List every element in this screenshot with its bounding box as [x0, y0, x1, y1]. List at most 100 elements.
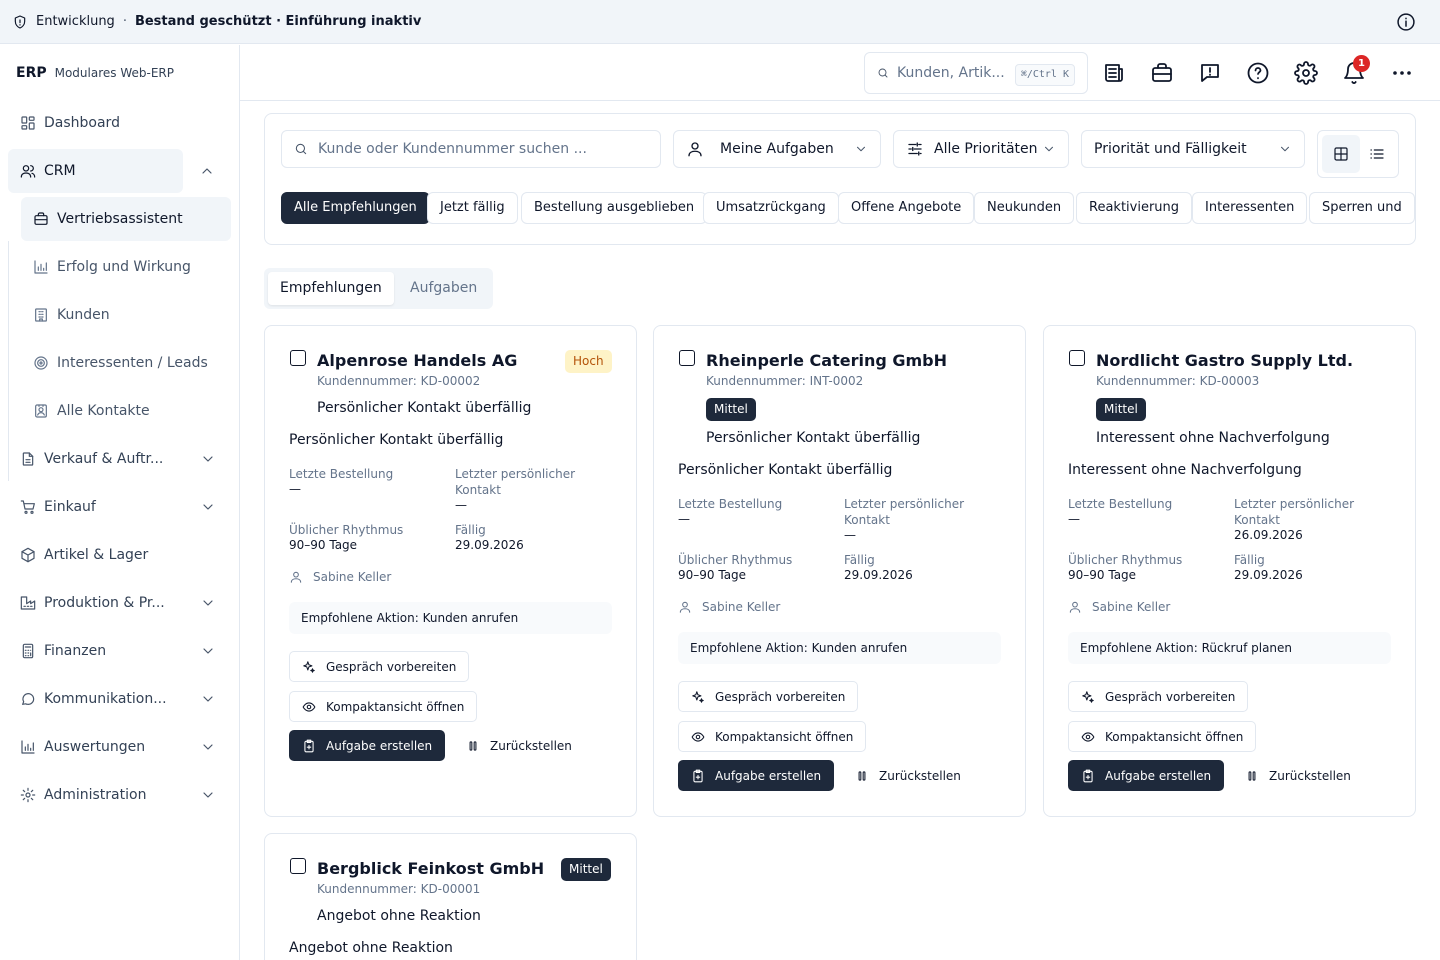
chevron-down-icon[interactable] [200, 691, 216, 707]
recommendation-card: Alpenrose Handels AG Kundennummer: KD-00… [264, 325, 637, 817]
chip-jetzt-faellig[interactable]: Jetzt fällig [427, 192, 518, 224]
customer-number: Kundennummer: KD-00001 [317, 882, 481, 896]
last-contact-label: Letzter persönlicher Kontakt [455, 467, 576, 497]
list-icon [1370, 149, 1384, 159]
chevron-down-icon[interactable] [200, 499, 216, 515]
customer-name[interactable]: Nordlicht Gastro Supply Ltd. [1096, 351, 1353, 370]
chevron-down-icon[interactable] [200, 451, 216, 467]
help-icon[interactable] [1246, 61, 1270, 85]
select-checkbox[interactable] [290, 858, 306, 874]
global-search-placeholder: Kunden, Artik... [897, 65, 1005, 81]
customer-search-input[interactable]: Kunde oder Kundennummer suchen ... [281, 130, 661, 168]
rhythm-label: Üblicher Rhythmus [678, 553, 793, 567]
sort-value: Priorität und Fälligkeit [1094, 141, 1247, 157]
owner: Sabine Keller [678, 600, 780, 614]
sidebar-item-einkauf[interactable]: Einkauf [8, 485, 232, 529]
list-view-button[interactable] [1358, 135, 1396, 173]
target-icon [34, 356, 48, 370]
grid-view-button[interactable] [1322, 135, 1360, 173]
chip-umsatzrueckgang[interactable]: Umsatzrückgang [703, 192, 839, 224]
chip-sperren[interactable]: Sperren und [1309, 192, 1415, 224]
recommendation-reason: Angebot ohne Reaktion [289, 940, 453, 956]
prepare-conversation-button[interactable]: Gespräch vorbereiten [1068, 681, 1249, 712]
create-task-button[interactable]: Aufgabe erstellen [1068, 760, 1225, 791]
chip-alle-empfehlungen[interactable]: Alle Empfehlungen [281, 192, 430, 224]
info-icon[interactable] [1396, 12, 1416, 32]
sidebar-item-interessenten-leads[interactable]: Interessenten / Leads [21, 341, 231, 385]
open-compact-view-button[interactable]: Kompaktansicht öffnen [678, 721, 867, 752]
settings-icon[interactable] [1294, 61, 1318, 85]
owner-name: Sabine Keller [702, 600, 781, 614]
customer-name[interactable]: Alpenrose Handels AG [317, 351, 517, 370]
calculator-icon [22, 643, 34, 659]
view-tabs: Empfehlungen Aufgaben [264, 268, 493, 309]
sort-select[interactable]: Priorität und Fälligkeit [1081, 130, 1305, 168]
environment-label: Entwicklung [36, 14, 115, 29]
chevron-up-icon[interactable] [199, 163, 215, 179]
postpone-button[interactable]: Zurückstellen [842, 760, 974, 791]
sidebar-item-label: Kommunikation... [44, 691, 167, 707]
sidebar-item-alle-kontakte[interactable]: Alle Kontakte [21, 389, 231, 433]
chevron-down-icon[interactable] [200, 787, 216, 803]
chevron-down-icon[interactable] [200, 595, 216, 611]
owner-name: Sabine Keller [1092, 600, 1171, 614]
last-order-label: Letzte Bestellung [1068, 497, 1173, 511]
sidebar-item-finanzen[interactable]: Finanzen [8, 629, 232, 673]
sidebar-item-crm[interactable]: CRM [8, 149, 212, 193]
more-options-icon[interactable] [1390, 61, 1414, 85]
sidebar-item-auswertungen[interactable]: Auswertungen [8, 725, 232, 769]
create-task-button[interactable]: Aufgabe erstellen [289, 730, 446, 761]
postpone-button[interactable]: Zurückstellen [1232, 760, 1364, 791]
sidebar-item-erfolg-und-wirkung[interactable]: Erfolg und Wirkung [21, 245, 231, 289]
customer-name[interactable]: Bergblick Feinkost GmbH [317, 859, 544, 878]
sidebar-item-label: Einkauf [44, 499, 96, 515]
briefcase-icon[interactable] [1150, 61, 1174, 85]
priority-select[interactable]: Alle Prioritäten [893, 130, 1069, 168]
sidebar-item-kommunikation[interactable]: Kommunikation... [8, 677, 232, 721]
chip-offene-angebote[interactable]: Offene Angebote [838, 192, 975, 224]
select-checkbox[interactable] [679, 350, 695, 366]
clipboard-plus-icon [1083, 769, 1093, 782]
sidebar-item-dashboard[interactable]: Dashboard [8, 101, 232, 145]
chip-reaktivierung[interactable]: Reaktivierung [1076, 192, 1193, 224]
brand[interactable]: ERP Modulares Web-ERP [16, 65, 174, 81]
sidebar-item-vertriebsassistent[interactable]: Vertriebsassistent [21, 197, 231, 241]
open-compact-view-button[interactable]: Kompaktansicht öffnen [1068, 721, 1257, 752]
due-label: Fällig [455, 523, 486, 537]
chevron-down-icon [856, 146, 866, 152]
prepare-conversation-button[interactable]: Gespräch vorbereiten [289, 651, 470, 682]
sidebar-item-label: Vertriebsassistent [57, 211, 183, 227]
sidebar-item-produktion[interactable]: Produktion & Pr... [8, 581, 232, 625]
chevron-down-icon[interactable] [200, 643, 216, 659]
recommended-action: Empfohlene Aktion: Kunden anrufen [678, 632, 1001, 664]
sidebar-item-label: Artikel & Lager [44, 547, 149, 563]
chip-neukunden[interactable]: Neukunden [974, 192, 1075, 224]
feedback-icon[interactable] [1198, 61, 1222, 85]
sidebar-item-administration[interactable]: Administration [8, 773, 232, 817]
sidebar-item-kunden[interactable]: Kunden [21, 293, 231, 337]
prepare-conversation-button[interactable]: Gespräch vorbereiten [678, 681, 859, 712]
postpone-button[interactable]: Zurückstellen [453, 730, 585, 761]
newspaper-icon[interactable] [1102, 61, 1126, 85]
customer-name[interactable]: Rheinperle Catering GmbH [706, 351, 947, 370]
sidebar: ERP Modulares Web-ERP Dashboard CRM Vert… [0, 45, 240, 960]
sidebar-item-artikel-lager[interactable]: Artikel & Lager [8, 533, 232, 577]
grid-icon [1334, 147, 1348, 161]
global-search-input[interactable]: Kunden, Artik... ⌘/Ctrl K [864, 52, 1088, 94]
chevron-down-icon[interactable] [200, 739, 216, 755]
chip-interessenten[interactable]: Interessenten [1192, 192, 1308, 224]
recommendation-card: Rheinperle Catering GmbH Kundennummer: I… [653, 325, 1026, 817]
chip-bestellung-ausgeblieben[interactable]: Bestellung ausgeblieben [521, 192, 708, 224]
sparkles-icon [1082, 690, 1094, 703]
create-task-button[interactable]: Aufgabe erstellen [678, 760, 835, 791]
open-compact-view-button[interactable]: Kompaktansicht öffnen [289, 691, 478, 722]
select-checkbox[interactable] [1069, 350, 1085, 366]
tab-aufgaben[interactable]: Aufgaben [398, 272, 489, 305]
rhythm-value: 90–90 Tage [289, 538, 358, 552]
customer-number: Kundennummer: INT-0002 [706, 374, 864, 388]
select-checkbox[interactable] [290, 350, 306, 366]
recommendation-reason: Interessent ohne Nachverfolgung [1068, 462, 1302, 478]
sidebar-item-verkauf[interactable]: Verkauf & Auftr... [8, 437, 232, 481]
assignee-select[interactable]: Meine Aufgaben [673, 130, 881, 168]
tab-empfehlungen[interactable]: Empfehlungen [268, 272, 394, 305]
